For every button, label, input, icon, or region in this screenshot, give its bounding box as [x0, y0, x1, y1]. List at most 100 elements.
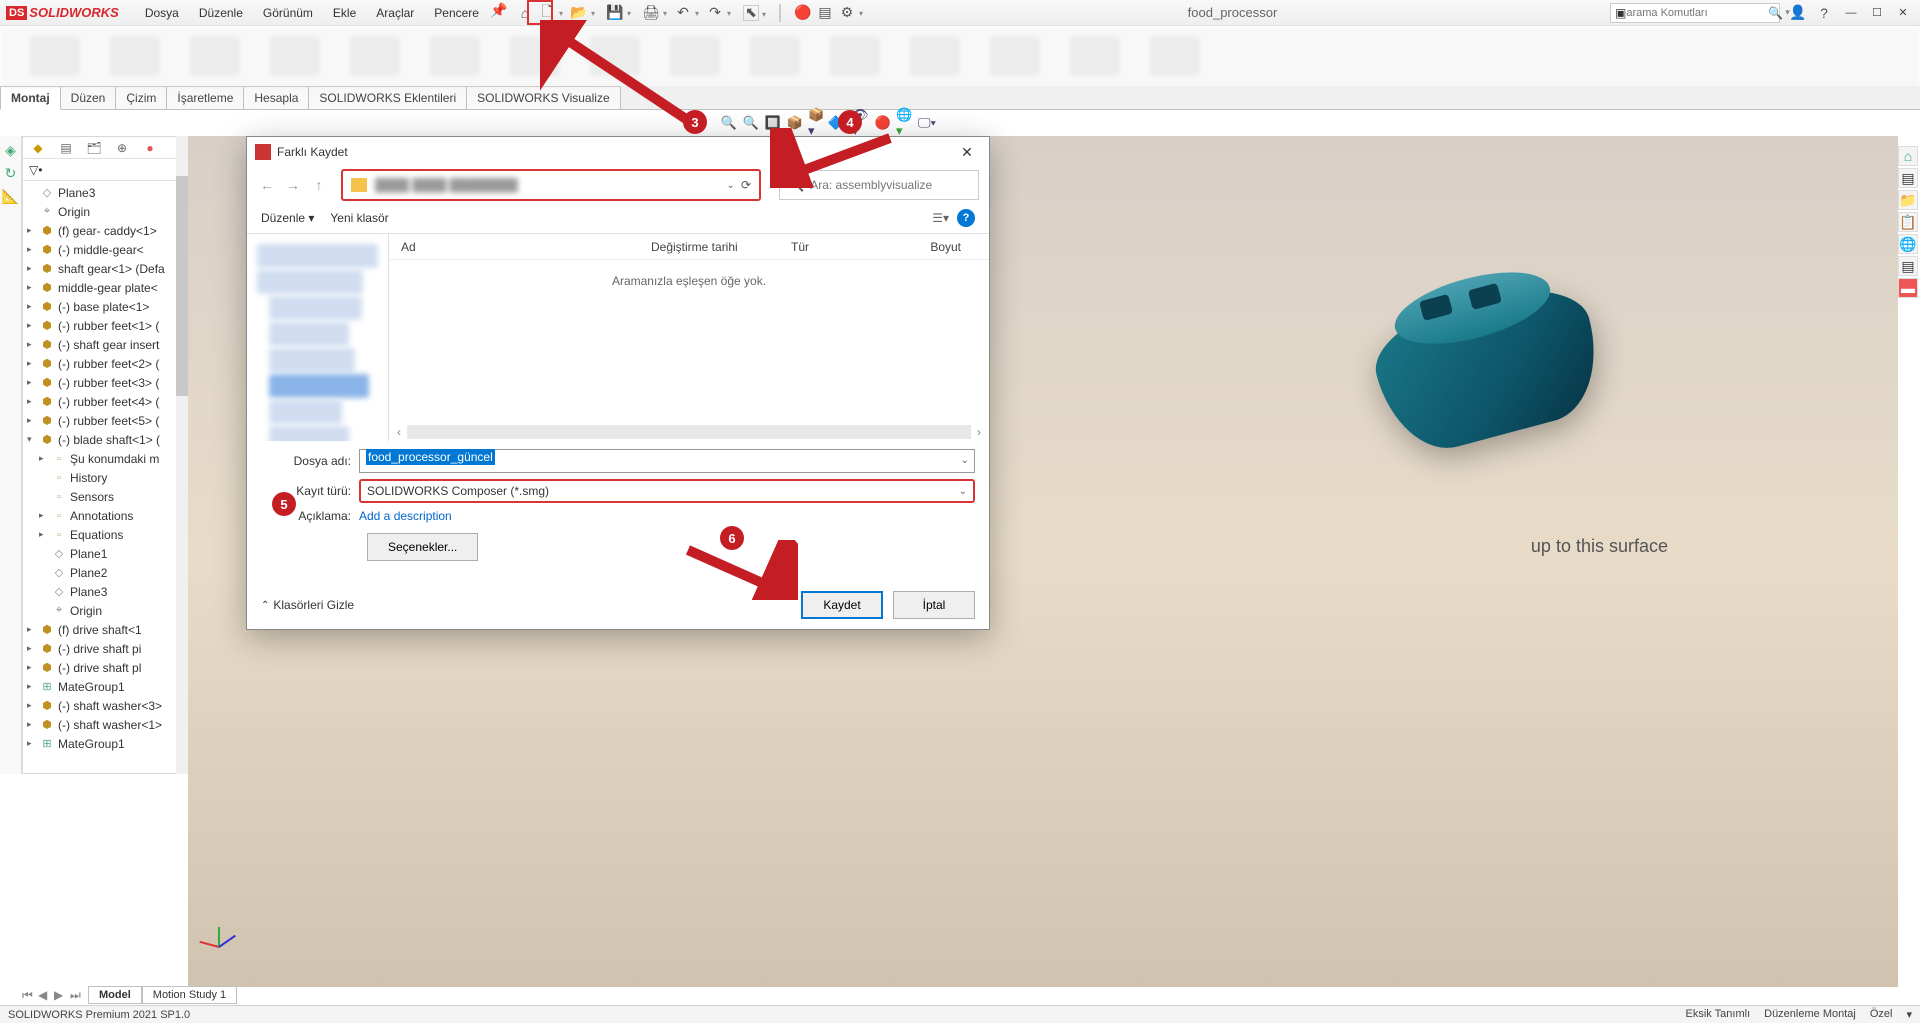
tab-visualize[interactable]: SOLIDWORKS Visualize — [466, 86, 621, 109]
undo-icon[interactable]: ↶ — [675, 5, 691, 21]
flyout-icon-1[interactable]: ◈ — [5, 142, 16, 159]
tree-item[interactable]: ◇Plane1 — [23, 544, 187, 563]
task-library-icon[interactable]: 📁 — [1898, 190, 1918, 210]
tree-item[interactable]: ▸⬢(-) shaft washer<3> — [23, 696, 187, 715]
task-appearance-icon[interactable]: ▤ — [1898, 256, 1918, 276]
orientation-triad[interactable] — [208, 917, 248, 957]
filetype-select[interactable]: SOLIDWORKS Composer (*.smg) ⌄ — [359, 479, 975, 503]
tree-item[interactable]: ▸⬢(-) rubber feet<2> ( — [23, 354, 187, 373]
tree-scrollbar-thumb[interactable] — [176, 176, 188, 396]
tree-item[interactable]: ▸⬢shaft gear<1> (Defa — [23, 259, 187, 278]
tree-item[interactable]: ▸▫Şu konumdaki m — [23, 449, 187, 468]
dialog-close-button[interactable]: ✕ — [953, 141, 981, 163]
scroll-right-icon[interactable]: › — [977, 425, 981, 439]
tab-markup[interactable]: İşaretleme — [166, 86, 244, 109]
tree-item[interactable]: ▸⬢(-) drive shaft pi — [23, 639, 187, 658]
feature-tree[interactable]: ◇Plane3⌖Origin▸⬢(f) gear- caddy<1>▸⬢(-) … — [23, 181, 187, 773]
tree-item[interactable]: ▸▫Equations — [23, 525, 187, 544]
tab-addins[interactable]: SOLIDWORKS Eklentileri — [308, 86, 467, 109]
tree-item[interactable]: ▫History — [23, 468, 187, 487]
tab-next-icon[interactable]: ▶ — [54, 988, 68, 1003]
task-home-icon[interactable]: ⌂ — [1898, 146, 1918, 166]
view-mode-icon[interactable]: ☰▾ — [932, 211, 949, 225]
address-dropdown-icon[interactable]: ⌄ — [727, 180, 735, 191]
flyout-icon-2[interactable]: ↻ — [5, 165, 17, 182]
zoom-fit-icon[interactable]: 🔍 — [720, 114, 738, 132]
minimize-button[interactable]: — — [1840, 4, 1862, 22]
tree-item[interactable]: ◇Plane3 — [23, 183, 187, 202]
nav-forward-icon[interactable]: → — [283, 175, 303, 195]
search-icon[interactable]: 🔍 — [1768, 6, 1783, 20]
tree-item[interactable]: ▸⬢(-) shaft washer<1> — [23, 715, 187, 734]
property-tab-icon[interactable]: ▤ — [57, 139, 75, 157]
menu-insert[interactable]: Ekle — [325, 3, 364, 23]
tab-last-icon[interactable]: ⏭ — [70, 988, 84, 1003]
tree-item[interactable]: ▸⬢(-) rubber feet<1> ( — [23, 316, 187, 335]
options-button[interactable]: Seçenekler... — [367, 533, 478, 561]
open-icon[interactable]: 📂 — [571, 5, 587, 21]
nav-up-icon[interactable]: ↑ — [309, 175, 329, 195]
refresh-icon[interactable]: ⟳ — [741, 178, 751, 192]
help-icon[interactable]: ? — [1816, 5, 1832, 21]
previous-view-icon[interactable]: 🔲 — [764, 114, 782, 132]
tree-item[interactable]: ▸⬢(-) middle-gear< — [23, 240, 187, 259]
help-icon[interactable]: ? — [957, 209, 975, 227]
address-bar[interactable]: ████ ████ ████████ ⌄ ⟳ — [341, 169, 761, 201]
tab-assembly[interactable]: Montaj — [0, 86, 61, 110]
save-icon[interactable]: 💾 — [607, 5, 623, 21]
task-view-icon[interactable]: 🌐 — [1898, 234, 1918, 254]
maximize-button[interactable]: ☐ — [1866, 4, 1888, 22]
tree-item[interactable]: ▫Sensors — [23, 487, 187, 506]
tree-scrollbar[interactable] — [176, 136, 188, 774]
filter-icon[interactable]: ▽• — [29, 163, 42, 177]
task-explorer-icon[interactable]: 📋 — [1898, 212, 1918, 232]
flyout-icon-3[interactable]: 📐 — [2, 188, 19, 205]
save-button[interactable]: Kaydet — [801, 591, 883, 619]
dialog-search-input[interactable] — [810, 178, 970, 192]
view-orientation-icon[interactable]: 📦▾ — [808, 114, 826, 132]
task-resources-icon[interactable]: ▤ — [1898, 168, 1918, 188]
tab-motion-study[interactable]: Motion Study 1 — [142, 986, 237, 1004]
user-icon[interactable]: 👤 — [1790, 5, 1806, 21]
tree-item[interactable]: ▸⬢(-) rubber feet<4> ( — [23, 392, 187, 411]
options-icon[interactable]: ▤ — [817, 5, 833, 21]
tree-item[interactable]: ▸⊞MateGroup1 — [23, 734, 187, 753]
tree-item[interactable]: ▸⬢(-) drive shaft pl — [23, 658, 187, 677]
settings-icon[interactable]: ⚙ — [839, 5, 855, 21]
col-size[interactable]: Boyut — [901, 240, 961, 254]
menu-view[interactable]: Görünüm — [255, 3, 321, 23]
tree-item[interactable]: ▸⬢(-) rubber feet<3> ( — [23, 373, 187, 392]
edit-appearance-icon[interactable]: 🔴 — [874, 114, 892, 132]
description-link[interactable]: Add a description — [359, 509, 452, 523]
tree-item[interactable]: ⌖Origin — [23, 601, 187, 620]
nav-back-icon[interactable]: ← — [257, 175, 277, 195]
config-tab-icon[interactable]: 🗂 — [85, 139, 103, 157]
display-tab-icon[interactable]: ⊕ — [113, 139, 131, 157]
appearance-tab-icon[interactable]: ● — [141, 139, 159, 157]
column-headers[interactable]: Ad Değiştirme tarihi Tür Boyut — [389, 234, 989, 260]
zoom-area-icon[interactable]: 🔍 — [742, 114, 760, 132]
task-custom-icon[interactable]: ▬ — [1898, 278, 1918, 298]
col-modified[interactable]: Değiştirme tarihi — [651, 240, 791, 254]
tree-item[interactable]: ▾⬢(-) blade shaft<1> ( — [23, 430, 187, 449]
pin-icon[interactable]: 📌 — [491, 3, 507, 19]
menu-file[interactable]: Dosya — [137, 3, 187, 23]
command-search-input[interactable] — [1626, 7, 1768, 19]
filetype-dropdown-icon[interactable]: ⌄ — [959, 486, 967, 497]
display-style-icon[interactable]: 🔷▾ — [830, 114, 848, 132]
select-icon[interactable]: ⬉ — [743, 5, 759, 21]
dialog-sidebar[interactable] — [247, 234, 389, 441]
tree-item[interactable]: ▸⬢(f) drive shaft<1 — [23, 620, 187, 639]
tab-layout[interactable]: Düzen — [60, 86, 117, 109]
redo-icon[interactable]: ↷ — [707, 5, 723, 21]
close-button[interactable]: ✕ — [1892, 4, 1914, 22]
tree-item[interactable]: ◇Plane2 — [23, 563, 187, 582]
menu-edit[interactable]: Düzenle — [191, 3, 251, 23]
tab-model[interactable]: Model — [88, 986, 142, 1004]
new-icon[interactable]: 🗋 — [539, 5, 555, 21]
menu-tools[interactable]: Araçlar — [368, 3, 422, 23]
tree-item[interactable]: ▸⬢(-) rubber feet<5> ( — [23, 411, 187, 430]
menu-window[interactable]: Pencere — [426, 3, 487, 23]
scroll-left-icon[interactable]: ‹ — [397, 425, 401, 439]
apply-scene-icon[interactable]: 🌐▾ — [896, 114, 914, 132]
